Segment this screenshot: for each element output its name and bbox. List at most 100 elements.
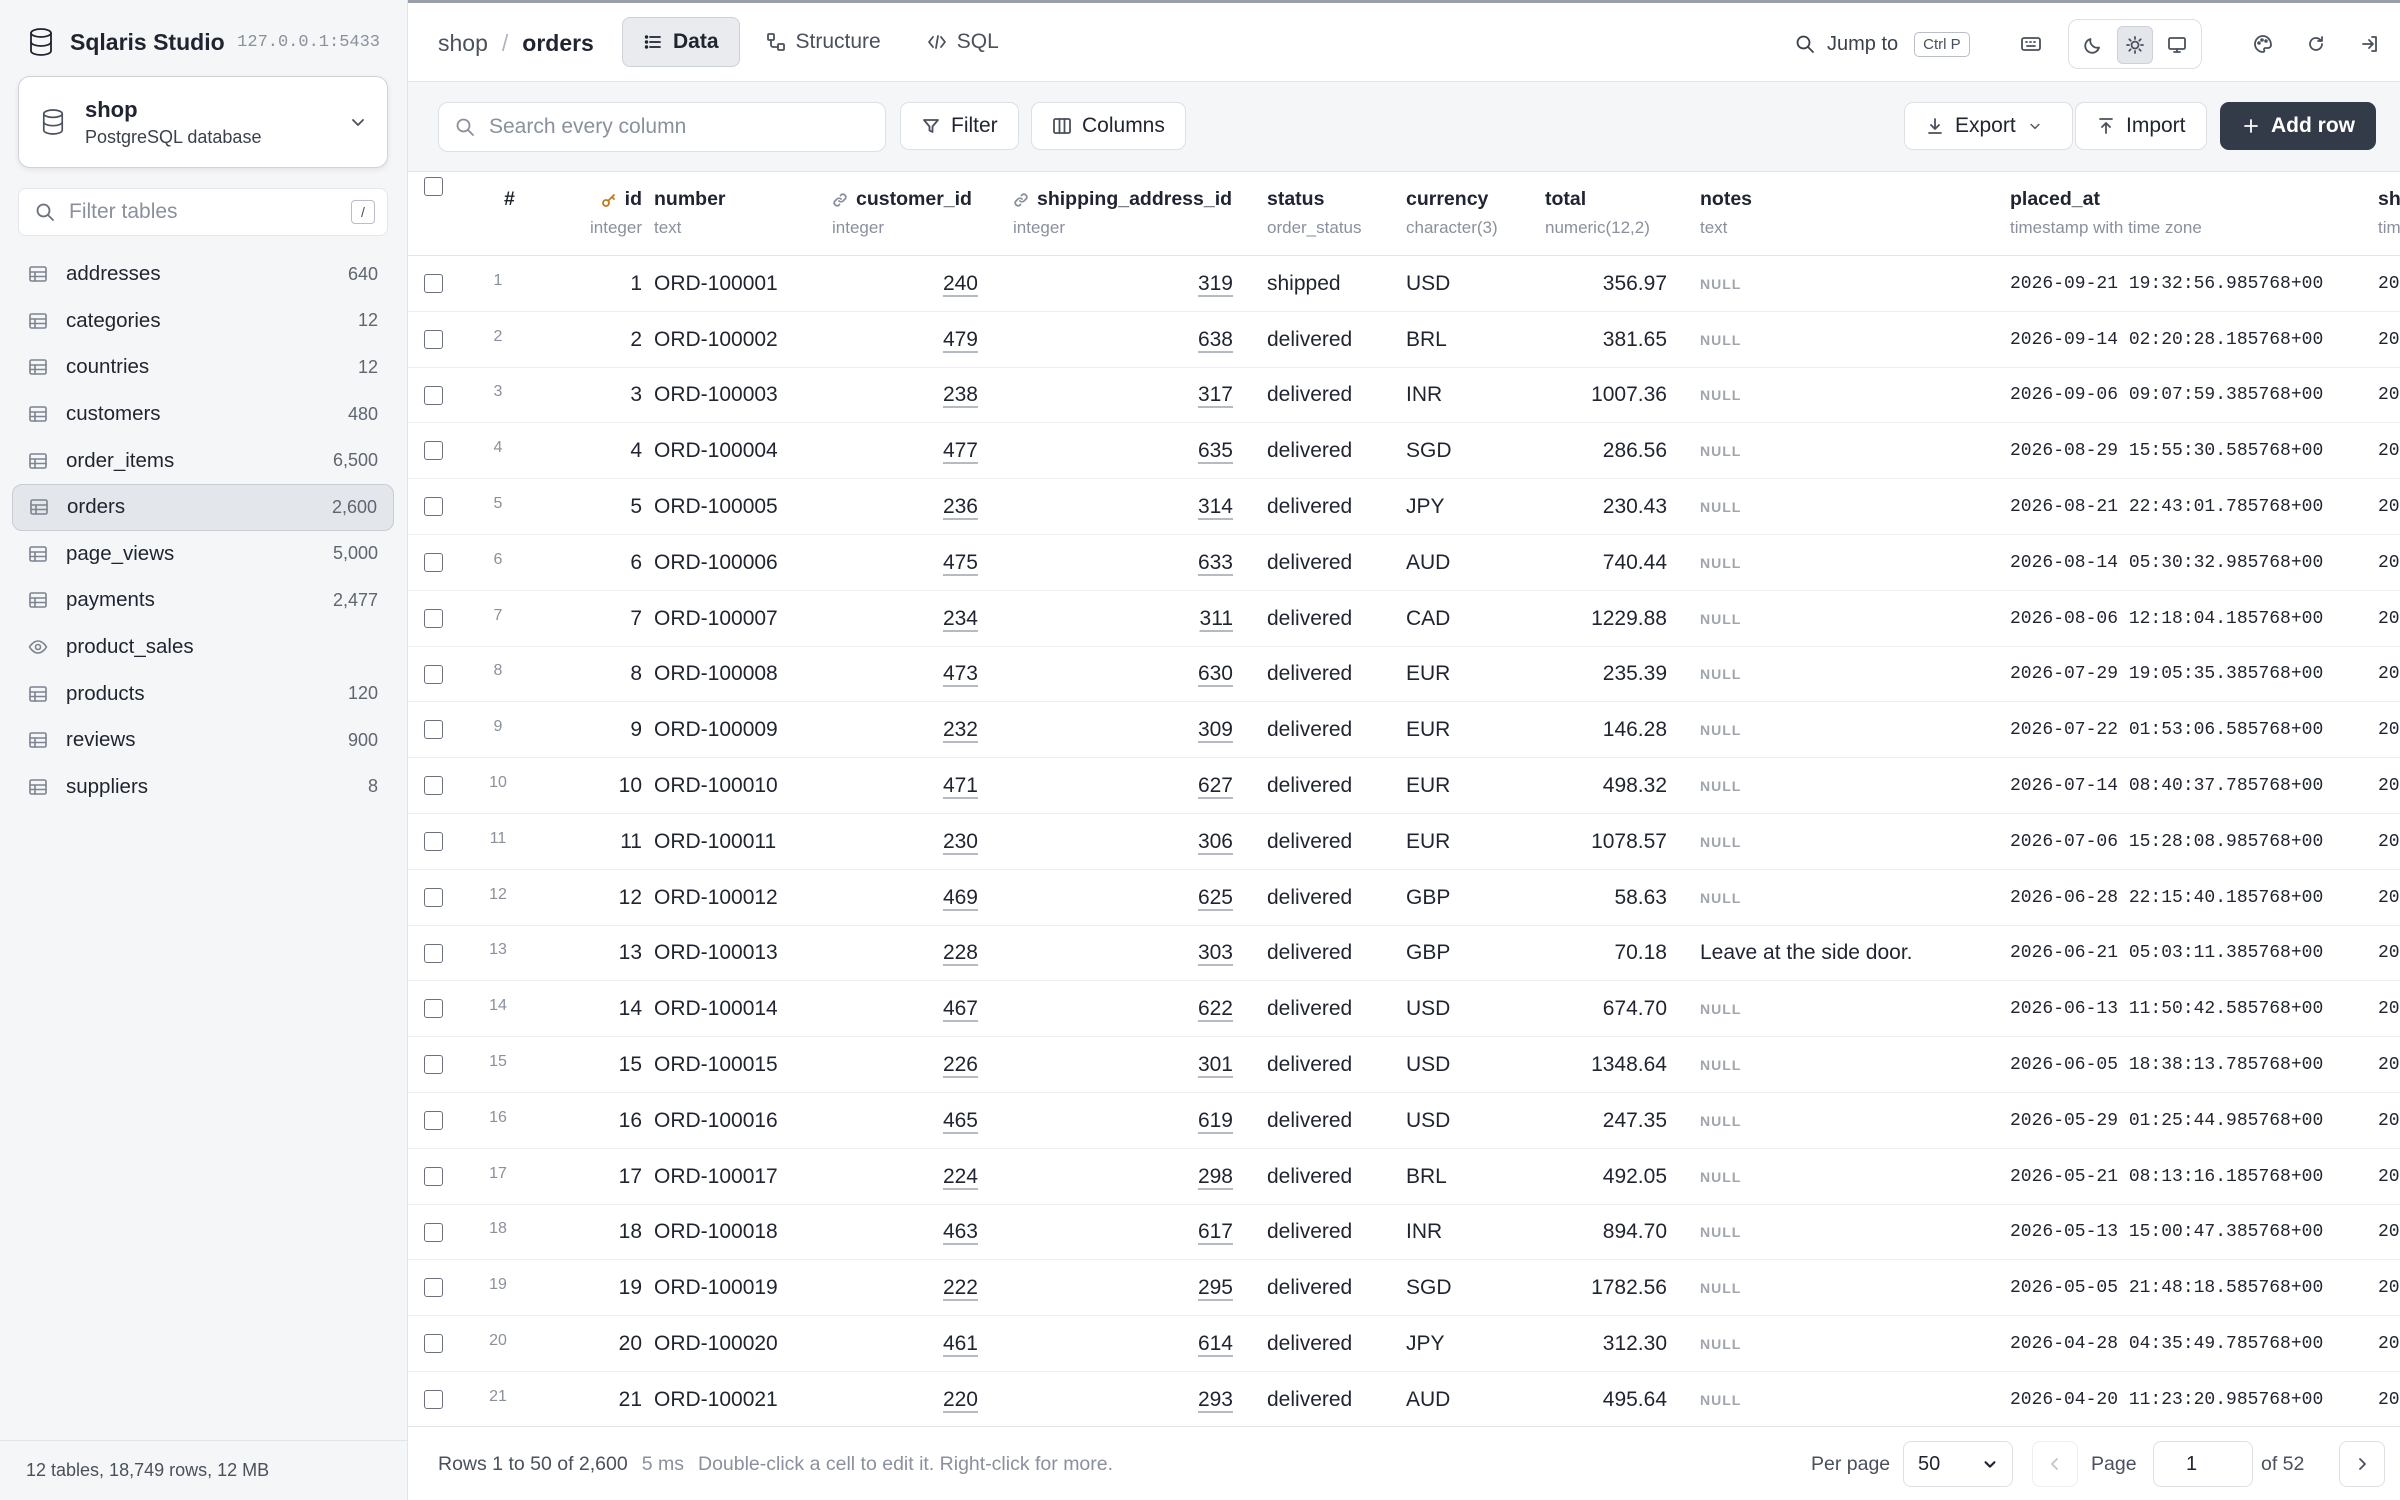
cell-truncated[interactable]: 20 [2378,758,2400,814]
tab-structure[interactable]: Structure [746,17,901,67]
cell-id[interactable]: 4 [558,423,642,479]
cell-placed-at[interactable]: 2026-09-21 19:32:56.985768+00 [2010,256,2323,312]
sidebar-item-products[interactable]: products 120 [12,670,394,717]
sidebar-item-product-sales[interactable]: product_sales [12,624,394,671]
light-theme-button[interactable] [2117,26,2153,64]
cell-number[interactable]: ORD-100011 [654,814,776,870]
cell-currency[interactable]: GBP [1406,870,1450,926]
cell-currency[interactable]: SGD [1406,1260,1452,1316]
cell-placed-at[interactable]: 2026-07-06 15:28:08.985768+00 [2010,814,2323,870]
cell-truncated[interactable]: 20 [2378,814,2400,870]
cell-truncated[interactable]: 20 [2378,312,2400,368]
cell-shipping-address-id[interactable]: 617 [1013,1205,1233,1261]
column-header-currency[interactable]: currency character(3) [1406,188,1498,238]
table-filter-input[interactable]: Filter tables / [18,188,388,236]
cell-currency[interactable]: AUD [1406,1372,1450,1426]
cell-customer-id[interactable]: 238 [832,368,978,424]
cell-number[interactable]: ORD-100001 [654,256,778,312]
cell-customer-id[interactable]: 230 [832,814,978,870]
sidebar-item-suppliers[interactable]: suppliers 8 [12,764,394,811]
cell-customer-id[interactable]: 463 [832,1205,978,1261]
cell-shipping-address-id[interactable]: 306 [1013,814,1233,870]
table-row[interactable]: 11 11 ORD-100011 230 306 delivered EUR 1078.57 N… [408,814,2400,870]
cell-total[interactable]: 381.65 [1545,312,1667,368]
cell-total[interactable]: 286.56 [1545,423,1667,479]
cell-truncated[interactable]: 20 [2378,256,2400,312]
cell-id[interactable]: 17 [558,1149,642,1205]
cell-currency[interactable]: EUR [1406,702,1450,758]
row-checkbox[interactable] [424,1222,443,1242]
cell-shipping-address-id[interactable]: 633 [1013,535,1233,591]
sidebar-item-addresses[interactable]: addresses 640 [12,251,394,298]
cell-total[interactable]: 1348.64 [1545,1037,1667,1093]
cell-id[interactable]: 13 [558,926,642,982]
cell-placed-at[interactable]: 2026-05-13 15:00:47.385768+00 [2010,1205,2323,1261]
cell-status[interactable]: delivered [1267,368,1352,424]
cell-truncated[interactable]: 20 [2378,702,2400,758]
column-header-number[interactable]: number text [654,188,726,238]
cell-truncated[interactable]: 20 [2378,1093,2400,1149]
cell-status[interactable]: delivered [1267,814,1352,870]
cell-shipping-address-id[interactable]: 301 [1013,1037,1233,1093]
cell-notes[interactable]: NULL [1700,256,1741,312]
cell-placed-at[interactable]: 2026-04-28 04:35:49.785768+00 [2010,1316,2323,1372]
cell-status[interactable]: delivered [1267,758,1352,814]
cell-customer-id[interactable]: 240 [832,256,978,312]
cell-status[interactable]: delivered [1267,1037,1352,1093]
cell-id[interactable]: 14 [558,981,642,1037]
sidebar-item-customers[interactable]: customers 480 [12,391,394,438]
cell-total[interactable]: 146.28 [1545,702,1667,758]
cell-customer-id[interactable]: 475 [832,535,978,591]
cell-placed-at[interactable]: 2026-05-21 08:13:16.185768+00 [2010,1149,2323,1205]
sidebar-item-page-views[interactable]: page_views 5,000 [12,531,394,578]
cell-number[interactable]: ORD-100018 [654,1205,778,1261]
cell-currency[interactable]: AUD [1406,535,1450,591]
cell-customer-id[interactable]: 471 [832,758,978,814]
cell-total[interactable]: 894.70 [1545,1205,1667,1261]
row-checkbox[interactable] [424,1334,443,1354]
cell-number[interactable]: ORD-100010 [654,758,778,814]
tab-data[interactable]: Data [622,17,740,67]
cell-truncated[interactable]: 20 [2378,479,2400,535]
sidebar-item-countries[interactable]: countries 12 [12,344,394,391]
cell-placed-at[interactable]: 2026-04-20 11:23:20.985768+00 [2010,1372,2323,1426]
cell-customer-id[interactable]: 222 [832,1260,978,1316]
column-header-total[interactable]: total numeric(12,2) [1545,188,1650,238]
column-header-truncated[interactable]: sh tim [2378,188,2400,238]
row-checkbox[interactable] [424,1055,443,1075]
cell-truncated[interactable]: 20 [2378,591,2400,647]
table-row[interactable]: 20 20 ORD-100020 461 614 delivered JPY 312.30 NU… [408,1316,2400,1372]
cell-customer-id[interactable]: 473 [832,647,978,703]
cell-customer-id[interactable]: 467 [832,981,978,1037]
sidebar-item-orders[interactable]: orders 2,600 [12,483,394,531]
per-page-select[interactable]: 50 [1903,1441,2013,1487]
cell-number[interactable]: ORD-100006 [654,535,778,591]
cell-status[interactable]: delivered [1267,1260,1352,1316]
column-header-customer-id[interactable]: customer_id integer [832,188,972,238]
cell-truncated[interactable]: 20 [2378,981,2400,1037]
cell-shipping-address-id[interactable]: 614 [1013,1316,1233,1372]
cell-placed-at[interactable]: 2026-06-05 18:38:13.785768+00 [2010,1037,2323,1093]
table-row[interactable]: 19 19 ORD-100019 222 295 delivered SGD 1782.56 N… [408,1260,2400,1317]
cell-id[interactable]: 7 [558,591,642,647]
export-button[interactable]: Export [1904,102,2073,150]
cell-placed-at[interactable]: 2026-05-05 21:48:18.585768+00 [2010,1260,2323,1316]
cell-shipping-address-id[interactable]: 298 [1013,1149,1233,1205]
cell-truncated[interactable]: 20 [2378,368,2400,424]
table-row[interactable]: 16 16 ORD-100016 465 619 delivered USD 247.35 NU… [408,1093,2400,1149]
cell-placed-at[interactable]: 2026-07-22 01:53:06.585768+00 [2010,702,2323,758]
cell-number[interactable]: ORD-100005 [654,479,778,535]
cell-currency[interactable]: EUR [1406,647,1450,703]
cell-currency[interactable]: SGD [1406,423,1452,479]
cell-total[interactable]: 1229.88 [1545,591,1667,647]
cell-customer-id[interactable]: 228 [832,926,978,982]
cell-placed-at[interactable]: 2026-08-06 12:18:04.185768+00 [2010,591,2323,647]
sidebar-item-reviews[interactable]: reviews 900 [12,717,394,764]
cell-placed-at[interactable]: 2026-07-29 19:05:35.385768+00 [2010,647,2323,703]
cell-notes[interactable]: NULL [1700,591,1741,647]
cell-truncated[interactable]: 20 [2378,535,2400,591]
cell-id[interactable]: 11 [558,814,642,870]
cell-id[interactable]: 16 [558,1093,642,1149]
table-row[interactable]: 1 1 ORD-100001 240 319 shipped USD 356.97 NULL 20… [408,256,2400,312]
cell-total[interactable]: 58.63 [1545,870,1667,926]
